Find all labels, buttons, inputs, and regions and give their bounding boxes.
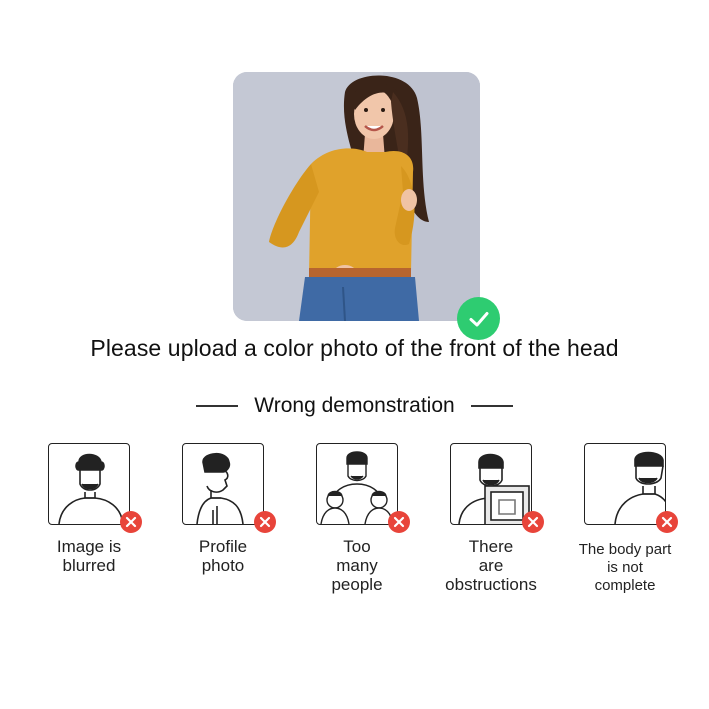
cropped-portrait-icon	[584, 443, 666, 525]
error-x-icon	[522, 511, 544, 533]
sample-photo	[233, 72, 480, 321]
divider-right	[470, 405, 513, 407]
error-x-icon	[656, 511, 678, 533]
section-header: Wrong demonstration	[0, 392, 709, 420]
profile-portrait-icon	[182, 443, 264, 525]
error-x-icon	[254, 511, 276, 533]
upload-instruction: Please upload a color photo of the front…	[90, 335, 619, 361]
woman-photo-illustration	[233, 72, 480, 321]
example-label: Profile photo	[198, 537, 248, 575]
section-title: Wrong demonstration	[254, 394, 455, 417]
blurred-portrait-icon	[48, 443, 130, 525]
error-x-icon	[388, 511, 410, 533]
error-x-icon	[120, 511, 142, 533]
example-label: Image is blurred	[56, 537, 122, 575]
divider-left	[196, 405, 239, 407]
example-label: Too many people	[331, 537, 383, 594]
example-label: There are obstructions	[445, 537, 537, 594]
check-icon	[457, 297, 500, 340]
group-portrait-icon	[316, 443, 398, 525]
example-label: The body part is not complete	[578, 541, 672, 594]
wrong-examples: Image is blurred Profile photo Too many …	[0, 441, 709, 611]
obstructed-portrait-icon	[450, 443, 532, 525]
